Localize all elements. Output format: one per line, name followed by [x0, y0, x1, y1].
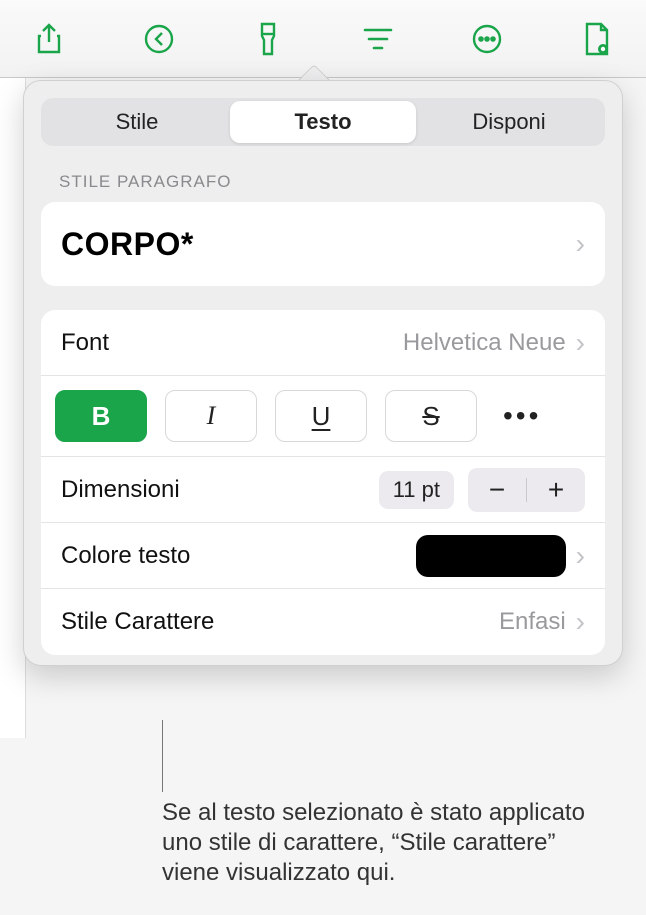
app-toolbar [0, 0, 646, 78]
character-style-label: Stile Carattere [61, 608, 499, 636]
character-style-row[interactable]: Stile Carattere Enfasi › [41, 589, 605, 655]
chevron-right-icon: › [576, 228, 585, 260]
text-color-label: Colore testo [61, 542, 416, 570]
text-color-swatch[interactable] [416, 535, 566, 577]
more-text-options-button[interactable]: ••• [495, 400, 549, 432]
chevron-right-icon: › [576, 327, 585, 359]
underline-button[interactable]: U [275, 390, 367, 442]
filter-icon[interactable] [347, 15, 409, 63]
paragraph-style-card: CORPO* › [41, 202, 605, 286]
paragraph-style-name: CORPO* [61, 226, 566, 263]
format-popover: Stile Testo Disponi Stile Paragrafo CORP… [23, 80, 623, 666]
paragraph-style-row[interactable]: CORPO* › [41, 202, 605, 286]
size-decrease-button[interactable]: − [468, 468, 526, 512]
format-brush-icon[interactable] [237, 15, 299, 63]
callout-leader-line [162, 720, 163, 792]
document-view-icon[interactable] [566, 15, 628, 63]
size-stepper: − + [468, 468, 585, 512]
share-icon[interactable] [18, 15, 80, 63]
format-tabs: Stile Testo Disponi [41, 98, 605, 146]
text-color-row[interactable]: Colore testo › [41, 523, 605, 589]
character-style-value: Enfasi [499, 608, 566, 636]
size-row: Dimensioni 11 pt − + [41, 457, 605, 523]
font-label: Font [61, 329, 403, 357]
tab-testo[interactable]: Testo [230, 101, 416, 143]
size-value[interactable]: 11 pt [379, 471, 454, 509]
text-options-card: Font Helvetica Neue › B I U S ••• Dimens… [41, 310, 605, 655]
more-icon[interactable] [456, 15, 518, 63]
size-label: Dimensioni [61, 476, 379, 504]
tab-disponi[interactable]: Disponi [416, 101, 602, 143]
bold-button[interactable]: B [55, 390, 147, 442]
font-value: Helvetica Neue [403, 329, 566, 357]
undo-icon[interactable] [128, 15, 190, 63]
font-row[interactable]: Font Helvetica Neue › [41, 310, 605, 376]
strikethrough-button[interactable]: S [385, 390, 477, 442]
size-increase-button[interactable]: + [527, 468, 585, 512]
chevron-right-icon: › [576, 606, 585, 638]
callout-text: Se al testo selezionato è stato applicat… [162, 798, 592, 888]
chevron-right-icon: › [576, 540, 585, 572]
italic-button[interactable]: I [165, 390, 257, 442]
tab-stile[interactable]: Stile [44, 101, 230, 143]
text-style-row: B I U S ••• [41, 376, 605, 457]
paragraph-style-section-label: Stile Paragrafo [59, 172, 605, 192]
